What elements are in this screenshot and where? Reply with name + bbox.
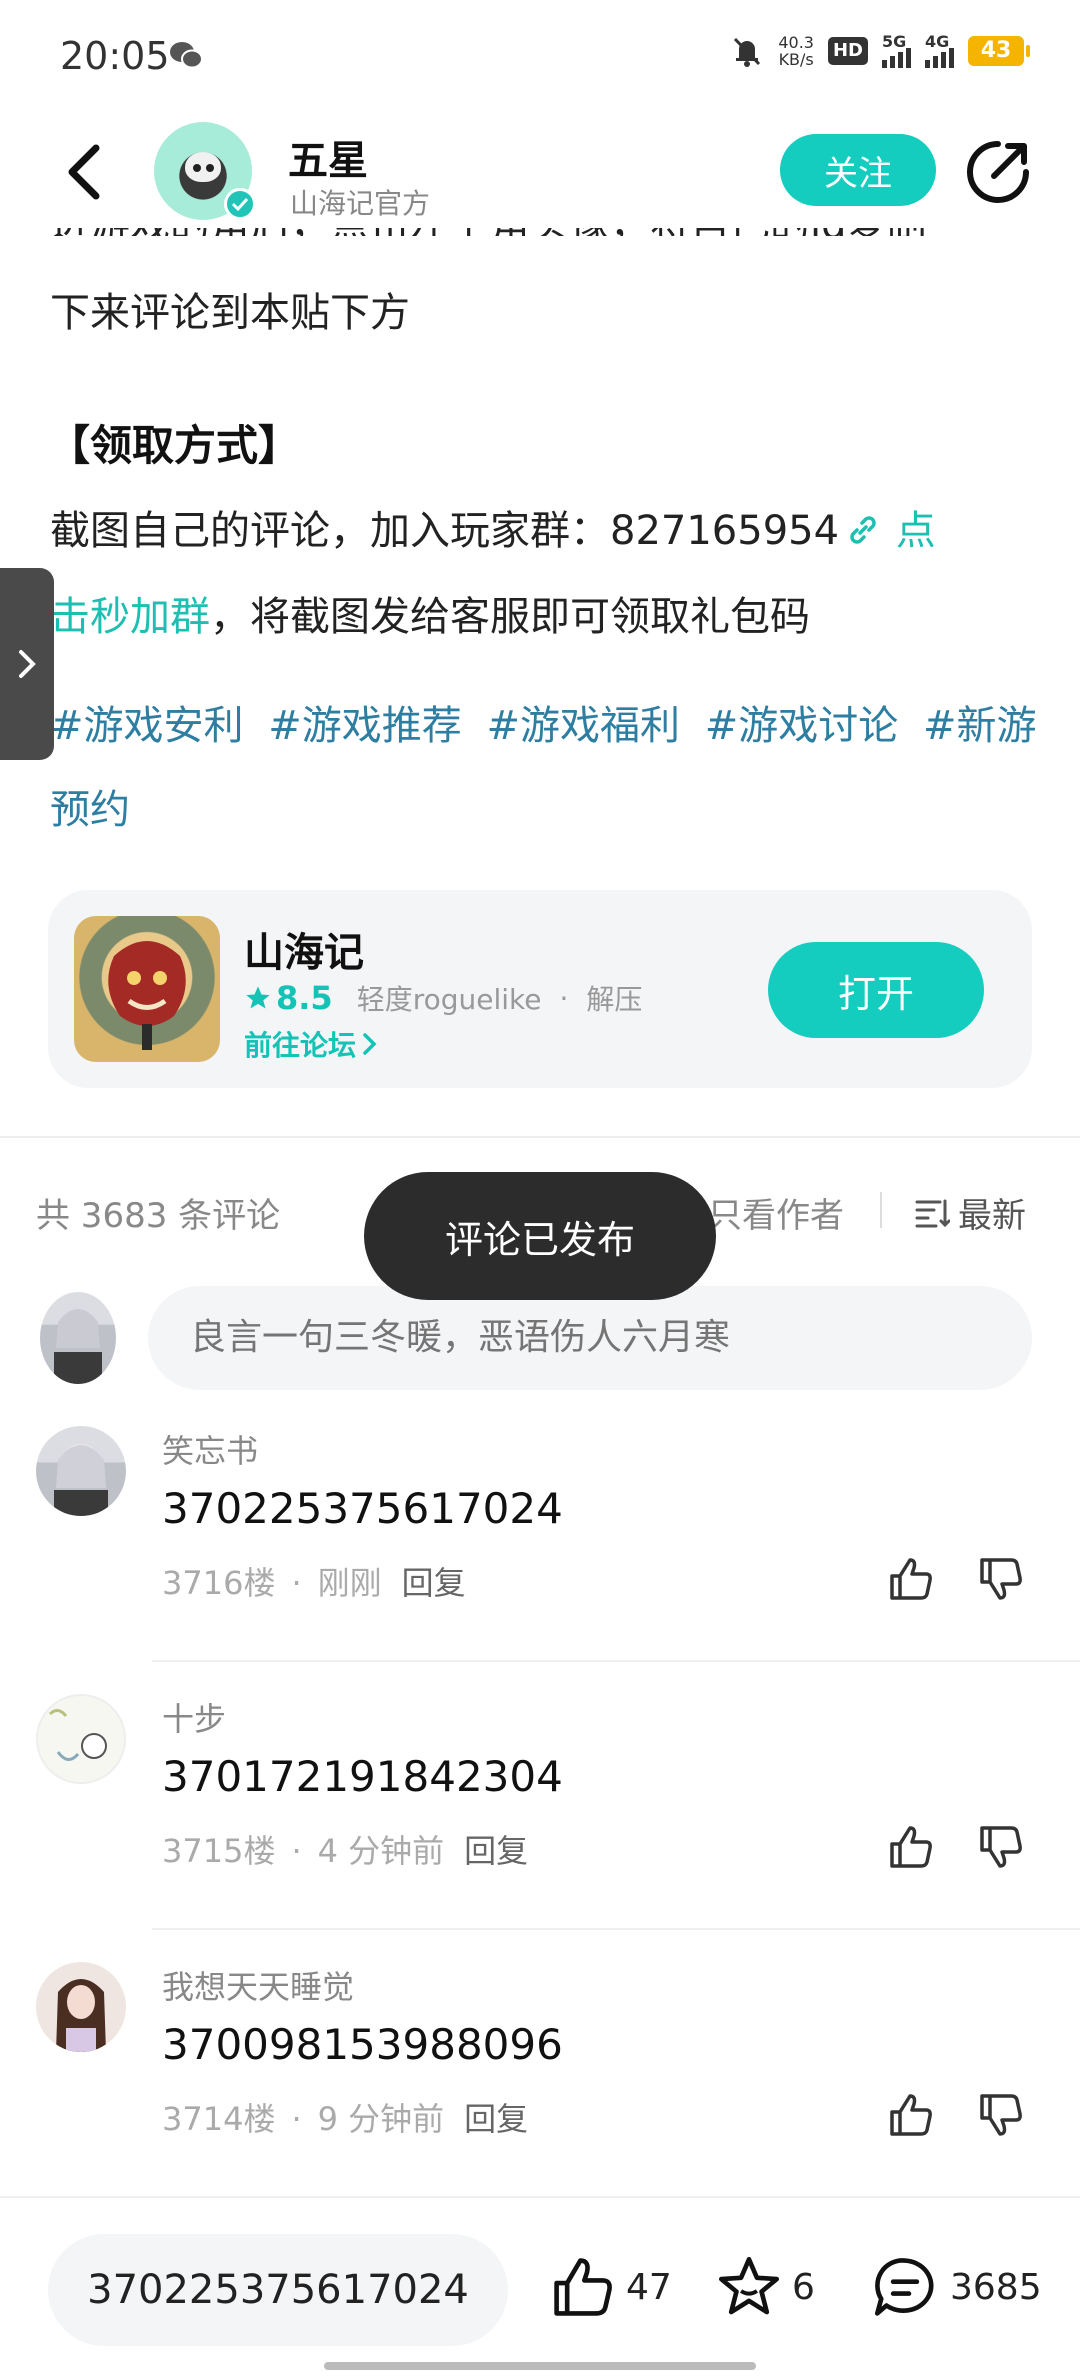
divider: [152, 1928, 1080, 1930]
network-speed: 40.3 KB/s: [778, 33, 814, 69]
game-icon: [74, 916, 220, 1062]
article-line: 下来评论到本贴下方: [50, 290, 410, 336]
sort-latest-button[interactable]: 最新: [914, 1188, 1026, 1237]
status-bar: 20:05 40.3 KB/s HD 5G 4G 43: [0, 0, 1080, 116]
game-rating: 8.5: [244, 979, 333, 1017]
comments-button[interactable]: 3685: [870, 2254, 1042, 2320]
star-icon: [246, 986, 270, 1009]
chevron-right-icon: [19, 650, 36, 678]
comment-input[interactable]: [148, 1286, 1032, 1390]
hashtag[interactable]: #游戏安利: [50, 703, 244, 749]
section-title: 【领取方式】: [48, 421, 301, 470]
chevron-right-icon: [363, 1033, 377, 1055]
home-indicator[interactable]: [324, 2362, 756, 2370]
wechat-icon: [170, 42, 203, 69]
divider: [880, 1192, 882, 1228]
status-time: 20:05: [60, 34, 170, 78]
comment-username[interactable]: 笑忘书: [162, 1426, 258, 1472]
back-arrow-icon: [68, 144, 100, 200]
bottom-action-bar: 370225375617024 47 6 3685: [0, 2196, 1080, 2376]
game-meta: 8.5 轻度roguelike · 解压: [244, 978, 642, 1018]
hashtag[interactable]: #游戏福利: [486, 703, 680, 749]
favorite-button[interactable]: 6: [716, 2254, 815, 2320]
comment-text: 370225375617024: [162, 1484, 563, 1533]
mute-bell-icon: [734, 37, 761, 67]
reply-button[interactable]: 回复: [464, 1832, 528, 1870]
forum-link[interactable]: 前往论坛: [244, 1024, 378, 1064]
status-indicators: 40.3 KB/s HD 5G 4G 43: [730, 32, 1030, 69]
game-name: 山海记: [244, 930, 364, 976]
thumbs-down-icon[interactable]: [976, 2090, 1026, 2140]
hashtag[interactable]: #游戏推荐: [268, 703, 462, 749]
side-drawer-handle[interactable]: [0, 568, 54, 760]
sort-icon: [915, 1199, 950, 1227]
hashtag-list: #游戏安利 #游戏推荐 #游戏福利 #游戏讨论 #新游预约: [50, 684, 1040, 852]
comment-meta: 3714楼 · 9 分钟前 回复: [162, 2100, 529, 2138]
battery-indicator: 43: [968, 36, 1030, 66]
game-genre: 轻度roguelike: [356, 983, 542, 1016]
reply-button[interactable]: 回复: [464, 2100, 528, 2138]
verified-badge-icon: [224, 188, 256, 220]
like-button[interactable]: 47: [550, 2254, 672, 2320]
comment-meta: 3715楼 · 4 分钟前 回复: [162, 1832, 529, 1870]
author-subtitle: 山海记官方: [290, 187, 431, 220]
star-icon: [718, 2256, 780, 2315]
toast-message: 评论已发布: [364, 1172, 716, 1300]
game-tag: 解压: [586, 983, 643, 1016]
comment-username[interactable]: 十步: [162, 1694, 226, 1740]
thumbs-up-icon[interactable]: [886, 1822, 936, 1872]
share-icon[interactable]: [964, 138, 1032, 206]
method-paragraph: 截图自己的评论，加入玩家群：827165954 点击秒加群，将截图发给客服即可领…: [50, 508, 936, 640]
link-icon: [850, 516, 876, 544]
hd-badge: HD: [827, 37, 868, 65]
only-author-filter[interactable]: 只看作者: [708, 1188, 844, 1237]
user-avatar[interactable]: [36, 1426, 126, 1516]
author-avatar[interactable]: [154, 122, 256, 220]
reply-button[interactable]: 回复: [402, 1564, 466, 1602]
divider: [152, 1660, 1080, 1662]
hashtag[interactable]: #游戏讨论: [705, 703, 899, 749]
bottom-comment-input[interactable]: 370225375617024: [48, 2234, 508, 2346]
comment-username[interactable]: 我想天天睡觉: [162, 1962, 354, 2008]
user-avatar[interactable]: [36, 1694, 126, 1784]
comment-text: 370098153988096: [162, 2020, 563, 2069]
thumbs-up-icon[interactable]: [886, 2090, 936, 2140]
comment-text: 370172191842304: [162, 1752, 563, 1801]
author-name[interactable]: 五星: [288, 128, 368, 186]
open-game-button[interactable]: 打开: [768, 942, 984, 1038]
follow-button[interactable]: 关注: [780, 134, 936, 206]
signal-5g-icon: 5G: [882, 32, 911, 68]
user-avatar[interactable]: [36, 1962, 126, 2052]
top-nav-bar: 五星 山海记官方 关注: [0, 116, 1080, 228]
thumbs-down-icon[interactable]: [976, 1822, 1026, 1872]
thumbs-up-icon[interactable]: [886, 1554, 936, 1604]
signal-4g-icon: 4G: [925, 32, 954, 68]
game-card[interactable]: 山海记 8.5 轻度roguelike · 解压 前往论坛 打开: [48, 890, 1032, 1088]
my-avatar: [40, 1292, 116, 1384]
thumbs-down-icon[interactable]: [976, 1554, 1026, 1604]
back-button[interactable]: [54, 140, 114, 204]
comment-bubble-icon: [874, 2258, 934, 2316]
comment-meta: 3716楼 · 刚刚 回复: [162, 1564, 466, 1602]
divider: [0, 1136, 1080, 1138]
thumbs-up-icon: [554, 2258, 612, 2316]
comments-count: 共 3683 条评论: [36, 1196, 281, 1236]
